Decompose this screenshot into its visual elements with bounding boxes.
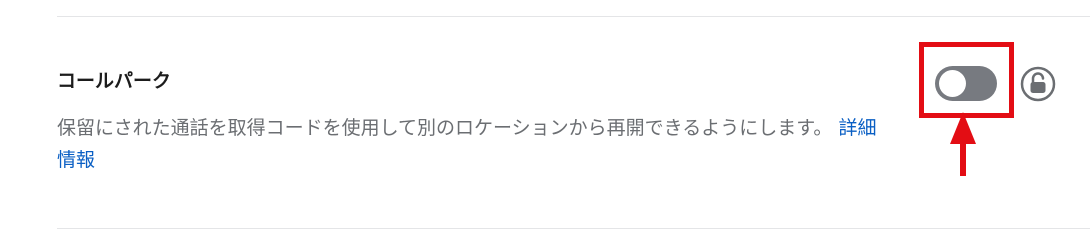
call-park-toggle[interactable]: [935, 66, 997, 101]
setting-description: 保留にされた通話を取得コードを使用して別のロケーションから再開できるようにします…: [57, 112, 887, 176]
toggle-knob: [939, 70, 966, 97]
divider-bottom: [57, 228, 1090, 229]
divider-top: [57, 16, 1090, 17]
red-arrow-icon: [950, 112, 976, 176]
unlocked-lock-icon[interactable]: [1020, 66, 1056, 102]
setting-title: コールパーク: [57, 70, 172, 92]
setting-description-text: 保留にされた通話を取得コードを使用して別のロケーションから再開できるようにします…: [57, 117, 833, 139]
